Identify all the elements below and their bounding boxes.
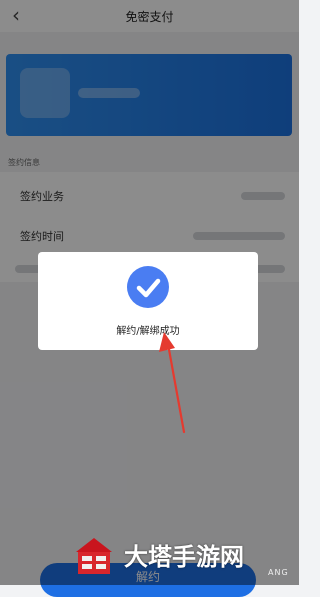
watermark-subtext: ANG <box>268 568 289 577</box>
dialog-message: 解约/解绑成功 <box>116 326 180 337</box>
check-circle-icon <box>127 266 169 308</box>
watermark: 大塔手游网 ANG <box>70 526 295 582</box>
annotation-arrow-icon <box>159 332 186 434</box>
success-dialog: 解约/解绑成功 <box>38 252 258 350</box>
watermark-text: 大塔手游网 <box>124 541 244 571</box>
watermark-logo-icon <box>76 538 112 574</box>
